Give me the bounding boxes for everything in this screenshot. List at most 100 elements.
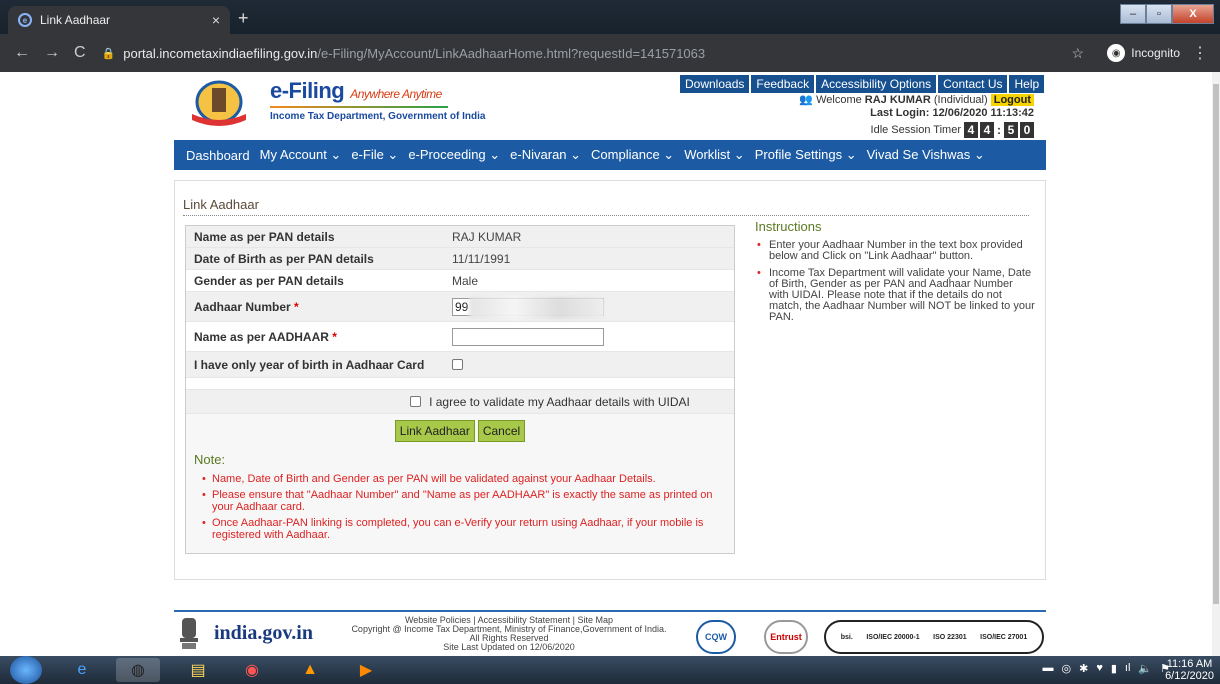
bsi-text: bsi. [840, 633, 853, 641]
top-link-accessibility[interactable]: Accessibility Options [816, 75, 937, 93]
url-field[interactable]: portal.incometaxindiaefiling.gov.in/e-Fi… [123, 46, 705, 61]
idle-timer: 44:50 [964, 122, 1034, 138]
instructions-panel: Instructions Enter your Aadhaar Number i… [755, 219, 1035, 329]
incognito-icon: ◉ [1107, 44, 1126, 62]
signal-icon[interactable]: ıl [1125, 662, 1131, 675]
incognito-label: Incognito [1131, 46, 1180, 60]
forward-arrow-icon[interactable]: → [44, 44, 60, 62]
brand-title: e-Filing [270, 78, 345, 103]
iso-22301-text: ISO 22301 [933, 633, 967, 641]
footer-updated: Site Last Updated on 12/06/2020 [443, 642, 575, 652]
pan-dob-label: Date of Birth as per PAN details [194, 251, 374, 266]
notes-icon[interactable]: ▤ [176, 658, 220, 682]
agree-checkbox[interactable] [410, 396, 422, 407]
title-divider [183, 215, 1029, 216]
pan-name-label: Name as per PAN details [194, 229, 335, 244]
instruction-item: Income Tax Department will validate your… [755, 268, 1035, 323]
aadhaar-number-value: 99 [455, 299, 469, 314]
main-navigation: Dashboard My Account ⌄ e-File ⌄ e-Procee… [174, 140, 1046, 170]
address-bar: ← → C 🔒 portal.incometaxindiaefiling.gov… [0, 34, 1220, 72]
top-link-contact[interactable]: Contact Us [938, 75, 1008, 93]
pan-dob-value: 11/11/1991 [452, 251, 511, 266]
security-icon[interactable]: ♥ [1096, 662, 1103, 675]
edge-favicon-icon: e [18, 13, 32, 27]
india-gov-link[interactable]: india.gov.in [178, 616, 313, 650]
brand[interactable]: e-Filing Anywhere Anytime Income Tax Depa… [270, 78, 485, 122]
iso-27001-text: ISO/IEC 27001 [980, 633, 1028, 641]
cqw-badge-icon: CQW [696, 620, 736, 654]
nav-e-proceeding[interactable]: e-Proceeding ⌄ [408, 147, 500, 163]
entrust-badge-icon: Entrust [764, 620, 808, 654]
media-icon[interactable]: ▶ [344, 658, 388, 682]
system-clock[interactable]: 11:16 AM 6/12/2020 [1165, 658, 1214, 682]
tray-icon[interactable]: ◎ [1062, 662, 1072, 675]
logout-button[interactable]: Logout [990, 94, 1034, 106]
timer-digit: 4 [964, 122, 978, 138]
ie-icon[interactable]: e [60, 658, 104, 682]
start-button-icon[interactable] [10, 656, 42, 684]
top-link-help[interactable]: Help [1009, 75, 1045, 93]
network-icon[interactable]: ▮ [1111, 662, 1117, 675]
tray-icon[interactable]: ▬ [1043, 662, 1054, 675]
bluetooth-icon[interactable]: ✱ [1079, 662, 1088, 675]
lock-icon[interactable]: 🔒 [102, 47, 116, 60]
browser-tab[interactable]: e Link Aadhaar × [8, 6, 230, 34]
minimize-button[interactable]: – [1120, 4, 1146, 24]
new-tab-button[interactable]: + [238, 9, 249, 27]
nav-dashboard[interactable]: Dashboard [186, 148, 250, 163]
scrollbar-thumb[interactable] [1213, 84, 1219, 604]
iso-certification-badge: bsi. ISO/IEC 20000-1 ISO 22301 ISO/IEC 2… [824, 620, 1044, 654]
aadhaar-number-label: Aadhaar Number * [194, 300, 452, 314]
pan-gender-label: Gender as per PAN details [194, 273, 344, 288]
browser-tab-bar: e Link Aadhaar × + – ▫ X [0, 0, 1220, 34]
cancel-button[interactable]: Cancel [477, 420, 526, 442]
aadhaar-name-input[interactable] [452, 327, 604, 346]
chrome-icon[interactable]: ◍ [116, 658, 160, 682]
aadhaar-number-input[interactable]: 99 [452, 296, 605, 319]
tab-title: Link Aadhaar [40, 13, 111, 27]
agree-label: I agree to validate my Aadhaar details w… [429, 394, 690, 409]
form-row-pan-dob: Date of Birth as per PAN details 11/11/1… [186, 248, 734, 270]
form-row-pan-name: Name as per PAN details RAJ KUMAR [186, 226, 734, 248]
vlc-icon[interactable]: ▲ [288, 658, 332, 682]
idle-timer-label: Idle Session Timer [870, 123, 961, 136]
form-row-pan-gender: Gender as per PAN details Male [186, 270, 734, 292]
back-arrow-icon[interactable]: ← [14, 44, 30, 62]
nav-e-file[interactable]: e-File ⌄ [351, 147, 398, 163]
note-item: Name, Date of Birth and Gender as per PA… [202, 473, 726, 485]
page-scrollbar[interactable] [1212, 72, 1220, 656]
nav-e-nivaran[interactable]: e-Nivaran ⌄ [510, 147, 581, 163]
close-window-button[interactable]: X [1172, 4, 1214, 24]
nav-my-account[interactable]: My Account ⌄ [260, 147, 342, 163]
link-aadhaar-button[interactable]: Link Aadhaar [394, 420, 475, 442]
url-domain: portal.incometaxindiaefiling.gov.in [123, 45, 318, 61]
form-row-aadhaar-name: Name as per AADHAAR * [186, 322, 734, 352]
note-list: Name, Date of Birth and Gender as per PA… [194, 473, 726, 541]
form-row-aadhaar-number: Aadhaar Number * 99 [186, 292, 734, 322]
nav-vivad-se-vishwas[interactable]: Vivad Se Vishwas ⌄ [867, 147, 985, 163]
nav-worklist[interactable]: Worklist ⌄ [684, 147, 745, 163]
note-item: Please ensure that "Aadhaar Number" and … [202, 489, 726, 513]
link-aadhaar-panel: Link Aadhaar Name as per PAN details RAJ… [174, 180, 1046, 580]
url-path: /e-Filing/MyAccount/LinkAadhaarHome.html… [317, 45, 706, 61]
maximize-button[interactable]: ▫ [1146, 4, 1172, 24]
top-links: Downloads Feedback Accessibility Options… [680, 75, 1045, 93]
aadhaar-name-label: Name as per AADHAAR * [194, 330, 452, 344]
top-link-downloads[interactable]: Downloads [680, 75, 750, 93]
reload-icon[interactable]: C [74, 44, 86, 62]
aadhaar-name-label-text: Name as per AADHAAR [194, 329, 329, 344]
timer-digit: 0 [1020, 122, 1034, 138]
instruction-item: Enter your Aadhaar Number in the text bo… [755, 240, 1035, 262]
site-footer: india.gov.in Website Policies | Accessib… [174, 610, 1046, 656]
top-link-feedback[interactable]: Feedback [751, 75, 815, 93]
required-marker: * [294, 299, 299, 314]
incognito-indicator[interactable]: ◉ Incognito [1107, 44, 1180, 62]
nav-profile-settings[interactable]: Profile Settings ⌄ [755, 147, 857, 163]
tab-close-icon[interactable]: × [212, 12, 220, 28]
year-of-birth-checkbox[interactable] [452, 359, 463, 370]
opera-icon[interactable]: ◉ [230, 658, 274, 682]
browser-menu-icon[interactable]: ⋮ [1192, 43, 1208, 63]
nav-compliance[interactable]: Compliance ⌄ [591, 147, 674, 163]
bookmark-star-icon[interactable]: ☆ [1071, 45, 1084, 62]
volume-icon[interactable]: 🔈 [1138, 662, 1152, 675]
